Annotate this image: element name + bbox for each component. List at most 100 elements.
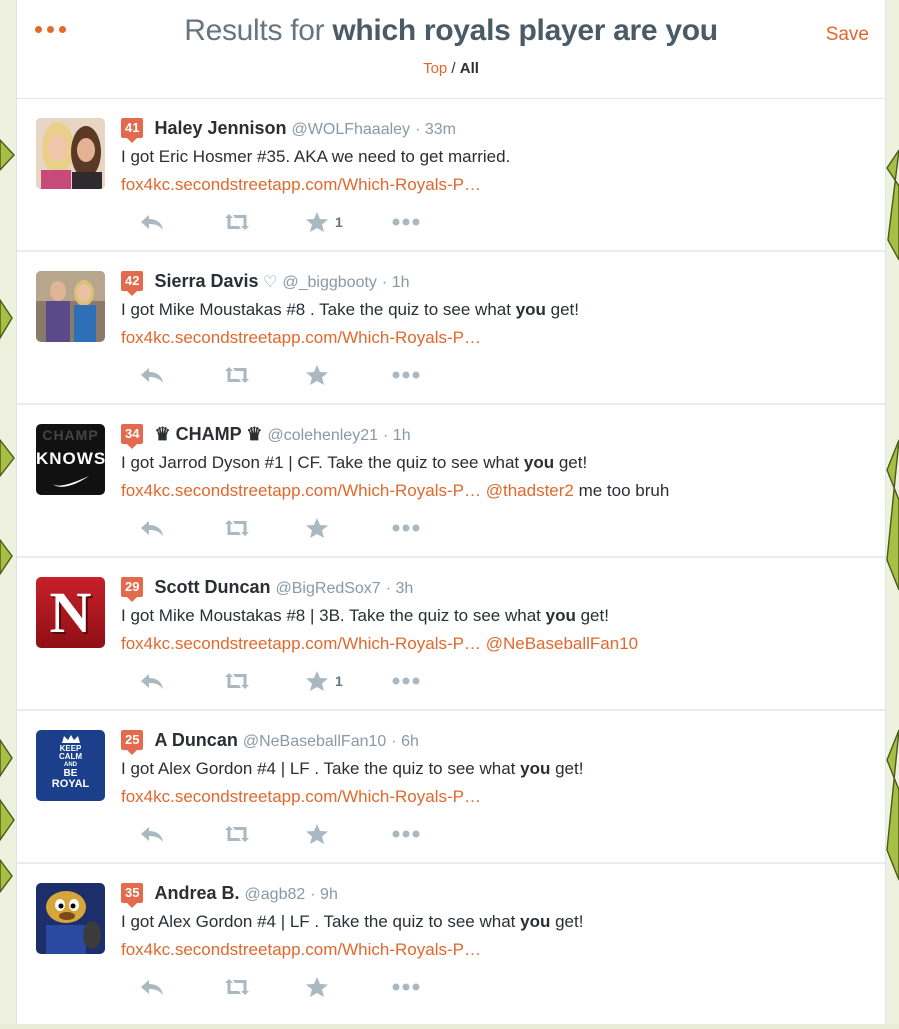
tweet-content: 25 A Duncan @NeBaseballFan10 · 6h I got … bbox=[121, 728, 875, 811]
favorite-icon[interactable] bbox=[305, 972, 329, 1002]
tweet-link[interactable]: fox4kc.secondstreetapp.com/Which-Royals-… bbox=[121, 175, 481, 194]
tweet-content: 41 Haley Jennison @WOLFhaaaley · 33m I g… bbox=[121, 116, 875, 199]
tweet-item[interactable]: 42 Sierra Davis ♡ @_biggbooty · 1h I got… bbox=[17, 252, 885, 405]
heart-symbol: ♡ bbox=[258, 274, 278, 291]
tweet-text-bold: you bbox=[520, 912, 551, 931]
user-name[interactable]: ♛ CHAMP ♛ bbox=[154, 424, 262, 444]
tweet-item[interactable]: 41 Haley Jennison @WOLFhaaaley · 33m I g… bbox=[17, 99, 885, 252]
tweet-mention[interactable]: @thadster2 bbox=[486, 481, 574, 500]
tweet-text: I got Jarrod Dyson #1 | CF. Take the qui… bbox=[121, 449, 875, 505]
retweet-icon[interactable] bbox=[221, 819, 253, 849]
result-filter: Top / All bbox=[17, 60, 885, 77]
favorite-icon[interactable] bbox=[305, 360, 329, 390]
user-name[interactable]: Sierra Davis bbox=[154, 271, 258, 291]
tweet-header: 34 ♛ CHAMP ♛ @colehenley21 · 1h bbox=[121, 422, 875, 449]
user-name[interactable]: Haley Jennison bbox=[154, 118, 286, 138]
tweet-time[interactable]: · 1h bbox=[382, 274, 410, 291]
tweet-item[interactable]: N 29 Scott Duncan @BigRedSox7 · 3h I got… bbox=[17, 558, 885, 711]
tweet-time[interactable]: · 3h bbox=[386, 580, 414, 597]
tweet-text-bold: you bbox=[545, 606, 576, 625]
tweet-link[interactable]: fox4kc.secondstreetapp.com/Which-Royals-… bbox=[121, 940, 481, 959]
favorite-icon[interactable]: 1 bbox=[305, 207, 343, 237]
rank-badge: 29 bbox=[121, 577, 144, 602]
right-background-pattern bbox=[885, 0, 899, 1024]
filter-all-link[interactable]: All bbox=[460, 60, 479, 77]
retweet-icon[interactable] bbox=[221, 972, 253, 1002]
user-handle[interactable]: @agb82 bbox=[245, 886, 306, 903]
more-actions-icon[interactable] bbox=[391, 972, 421, 1002]
avatar[interactable] bbox=[36, 271, 105, 342]
retweet-icon[interactable] bbox=[221, 360, 253, 390]
more-actions-icon[interactable] bbox=[391, 666, 421, 696]
left-background-pattern bbox=[0, 0, 16, 1024]
favorite-icon[interactable]: 1 bbox=[305, 666, 343, 696]
filter-top-link[interactable]: Top bbox=[423, 60, 447, 77]
favorite-icon[interactable] bbox=[305, 819, 329, 849]
reply-icon[interactable] bbox=[139, 972, 165, 1002]
reply-icon[interactable] bbox=[139, 819, 165, 849]
rank-badge: 41 bbox=[121, 118, 144, 143]
save-search-button[interactable]: Save bbox=[826, 24, 869, 46]
search-results-panel: Results for which royals player are you … bbox=[16, 0, 886, 1024]
tweet-link[interactable]: fox4kc.secondstreetapp.com/Which-Royals-… bbox=[121, 328, 481, 347]
tweet-time[interactable]: · 1h bbox=[383, 427, 411, 444]
tweet-header: 41 Haley Jennison @WOLFhaaaley · 33m bbox=[121, 116, 875, 143]
rank-badge: 34 bbox=[121, 424, 144, 449]
tweet-item[interactable]: 35 Andrea B. @agb82 · 9h I got Alex Gord… bbox=[17, 864, 885, 1015]
tweet-item[interactable]: KEEP CALM AND BE ROYAL 25 A Duncan @NeBa… bbox=[17, 711, 885, 864]
tweet-link[interactable]: fox4kc.secondstreetapp.com/Which-Royals-… bbox=[121, 787, 481, 806]
avatar[interactable] bbox=[36, 883, 105, 954]
tweet-link[interactable]: fox4kc.secondstreetapp.com/Which-Royals-… bbox=[121, 634, 481, 653]
tweet-mention[interactable]: @NeBaseballFan10 bbox=[486, 634, 638, 653]
retweet-icon[interactable] bbox=[221, 207, 253, 237]
avatar[interactable] bbox=[36, 118, 105, 189]
retweet-icon[interactable] bbox=[221, 666, 253, 696]
tweet-header: 25 A Duncan @NeBaseballFan10 · 6h bbox=[121, 728, 875, 755]
more-actions-icon[interactable] bbox=[391, 207, 421, 237]
reply-icon[interactable] bbox=[139, 207, 165, 237]
tweet-text-before: I got Mike Moustakas #8 | 3B. Take the q… bbox=[121, 606, 546, 625]
user-name[interactable]: Andrea B. bbox=[154, 883, 239, 903]
more-actions-icon[interactable] bbox=[391, 360, 421, 390]
tweet-actions: 1 bbox=[121, 207, 441, 237]
more-actions-icon[interactable] bbox=[391, 819, 421, 849]
tweet-text: I got Alex Gordon #4 | LF . Take the qui… bbox=[121, 908, 875, 964]
tweet-text-bold: you bbox=[520, 759, 551, 778]
tweet-text-after: get! bbox=[550, 912, 584, 931]
more-actions-icon[interactable] bbox=[391, 513, 421, 543]
tweet-text: I got Mike Moustakas #8 | 3B. Take the q… bbox=[121, 602, 875, 658]
avatar[interactable]: CHAMP KNOWS bbox=[36, 424, 105, 495]
reply-icon[interactable] bbox=[139, 666, 165, 696]
tweet-content: 42 Sierra Davis ♡ @_biggbooty · 1h I got… bbox=[121, 269, 875, 352]
tweet-text-body: I got Eric Hosmer #35. AKA we need to ge… bbox=[121, 147, 511, 166]
tweet-time[interactable]: · 33m bbox=[415, 121, 456, 138]
user-name[interactable]: A Duncan bbox=[154, 730, 237, 750]
tweet-link[interactable]: fox4kc.secondstreetapp.com/Which-Royals-… bbox=[121, 481, 481, 500]
tweet-header: 29 Scott Duncan @BigRedSox7 · 3h bbox=[121, 575, 875, 602]
rank-badge: 35 bbox=[121, 883, 144, 908]
user-handle[interactable]: @colehenley21 bbox=[267, 427, 378, 444]
avatar[interactable]: N bbox=[36, 577, 105, 648]
tweet-actions bbox=[121, 819, 441, 849]
tweet-actions bbox=[121, 513, 441, 543]
user-name[interactable]: Scott Duncan bbox=[154, 577, 270, 597]
reply-icon[interactable] bbox=[139, 513, 165, 543]
reply-icon[interactable] bbox=[139, 360, 165, 390]
user-handle[interactable]: @_biggbooty bbox=[282, 274, 377, 291]
avatar-line-calm: CALM bbox=[58, 752, 83, 761]
tweet-text: I got Alex Gordon #4 | LF . Take the qui… bbox=[121, 755, 875, 811]
tweet-item[interactable]: CHAMP KNOWS 34 ♛ CHAMP ♛ @colehenley21 ·… bbox=[17, 405, 885, 558]
swoosh-icon bbox=[53, 476, 89, 487]
tweet-time[interactable]: · 9h bbox=[310, 886, 338, 903]
favorite-icon[interactable] bbox=[305, 513, 329, 543]
avatar[interactable]: KEEP CALM AND BE ROYAL bbox=[36, 730, 105, 801]
retweet-icon[interactable] bbox=[221, 513, 253, 543]
avatar-keep-calm-image: KEEP CALM AND BE ROYAL bbox=[36, 734, 105, 801]
search-query: which royals player are you bbox=[332, 14, 718, 47]
avatar-text-mid: KNOWS bbox=[36, 449, 105, 468]
user-handle[interactable]: @BigRedSox7 bbox=[276, 580, 381, 597]
user-handle[interactable]: @WOLFhaaaley bbox=[292, 121, 411, 138]
user-handle[interactable]: @NeBaseballFan10 bbox=[243, 733, 386, 750]
tweet-time[interactable]: · 6h bbox=[391, 733, 419, 750]
avatar-text-top: CHAMP bbox=[42, 427, 99, 443]
